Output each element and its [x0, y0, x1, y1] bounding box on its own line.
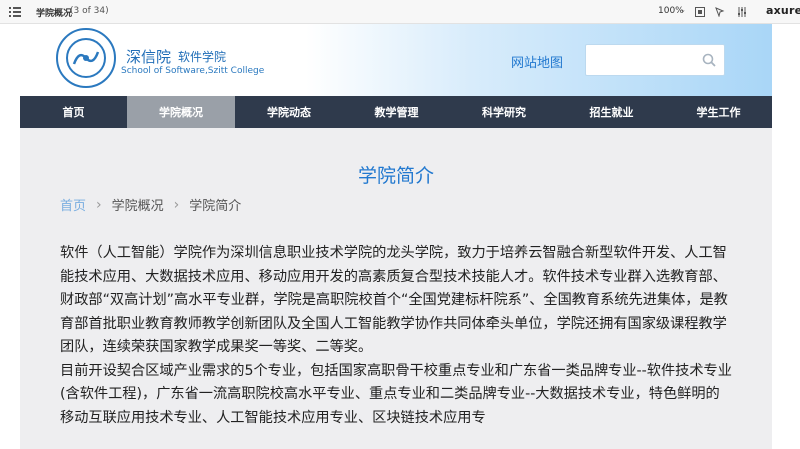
nav-item-home[interactable]: 首页 [20, 96, 127, 128]
breadcrumb: 首页 › 学院概况 › 学院简介 [60, 195, 242, 215]
hotspot-icon[interactable] [714, 6, 726, 18]
chevron-right-icon: › [96, 196, 102, 213]
nav-item-admissions[interactable]: 招生就业 [558, 96, 665, 128]
search-input[interactable] [585, 44, 725, 76]
current-page-title[interactable]: 学院概况 [36, 6, 72, 19]
breadcrumb-home[interactable]: 首页 [60, 195, 86, 214]
chevron-down-icon[interactable]: ⌄ [680, 6, 686, 14]
pages-list-icon[interactable] [9, 7, 21, 17]
nav-item-students[interactable]: 学生工作 [665, 96, 772, 128]
viewer-toolbar: 学院概况 (3 of 34) 100% ⌄ axure [0, 0, 800, 24]
nav-item-about[interactable]: 学院概况 [127, 96, 235, 128]
nav-item-teaching[interactable]: 教学管理 [343, 96, 450, 128]
page-title: 学院简介 [357, 165, 434, 187]
page-body: 深信院 软件学院 School of Software,Szitt Colleg… [20, 24, 772, 449]
school-subtitle: 软件学院 [178, 50, 227, 64]
page-count: (3 of 34) [70, 6, 109, 16]
breadcrumb-about[interactable]: 学院概况 [112, 195, 164, 214]
fit-page-icon[interactable] [694, 6, 706, 18]
school-logo[interactable] [56, 28, 116, 88]
site-header: 深信院 软件学院 School of Software,Szitt Colleg… [20, 24, 772, 96]
school-english-name: School of Software,Szitt College [121, 66, 265, 76]
sitemap-link[interactable]: 网站地图 [511, 52, 563, 71]
school-name: 深信院 [126, 48, 172, 66]
article-paragraph: 软件（人工智能）学院作为深圳信息职业技术学院的龙头学院，致力于培养云智融合新型软… [60, 245, 728, 355]
settings-sliders-icon[interactable] [736, 6, 748, 18]
article-paragraph: 目前开设契合区域产业需求的5个专业，包括国家高职骨干校重点专业和广东省一类品牌专… [60, 362, 732, 426]
breadcrumb-current: 学院简介 [189, 199, 242, 214]
axure-logo: axure [766, 4, 800, 17]
main-nav: 首页 学院概况 学院动态 教学管理 科学研究 招生就业 学生工作 [20, 96, 772, 128]
prototype-canvas: 深信院 软件学院 School of Software,Szitt Colleg… [0, 24, 800, 449]
article-body: 软件（人工智能）学院作为深圳信息职业技术学院的龙头学院，致力于培养云智融合新型软… [60, 242, 732, 430]
search-icon[interactable] [702, 53, 716, 67]
nav-item-news[interactable]: 学院动态 [235, 96, 343, 128]
school-emblem-icon [66, 38, 106, 78]
chevron-right-icon: › [173, 196, 180, 213]
nav-item-research[interactable]: 科学研究 [450, 96, 558, 128]
